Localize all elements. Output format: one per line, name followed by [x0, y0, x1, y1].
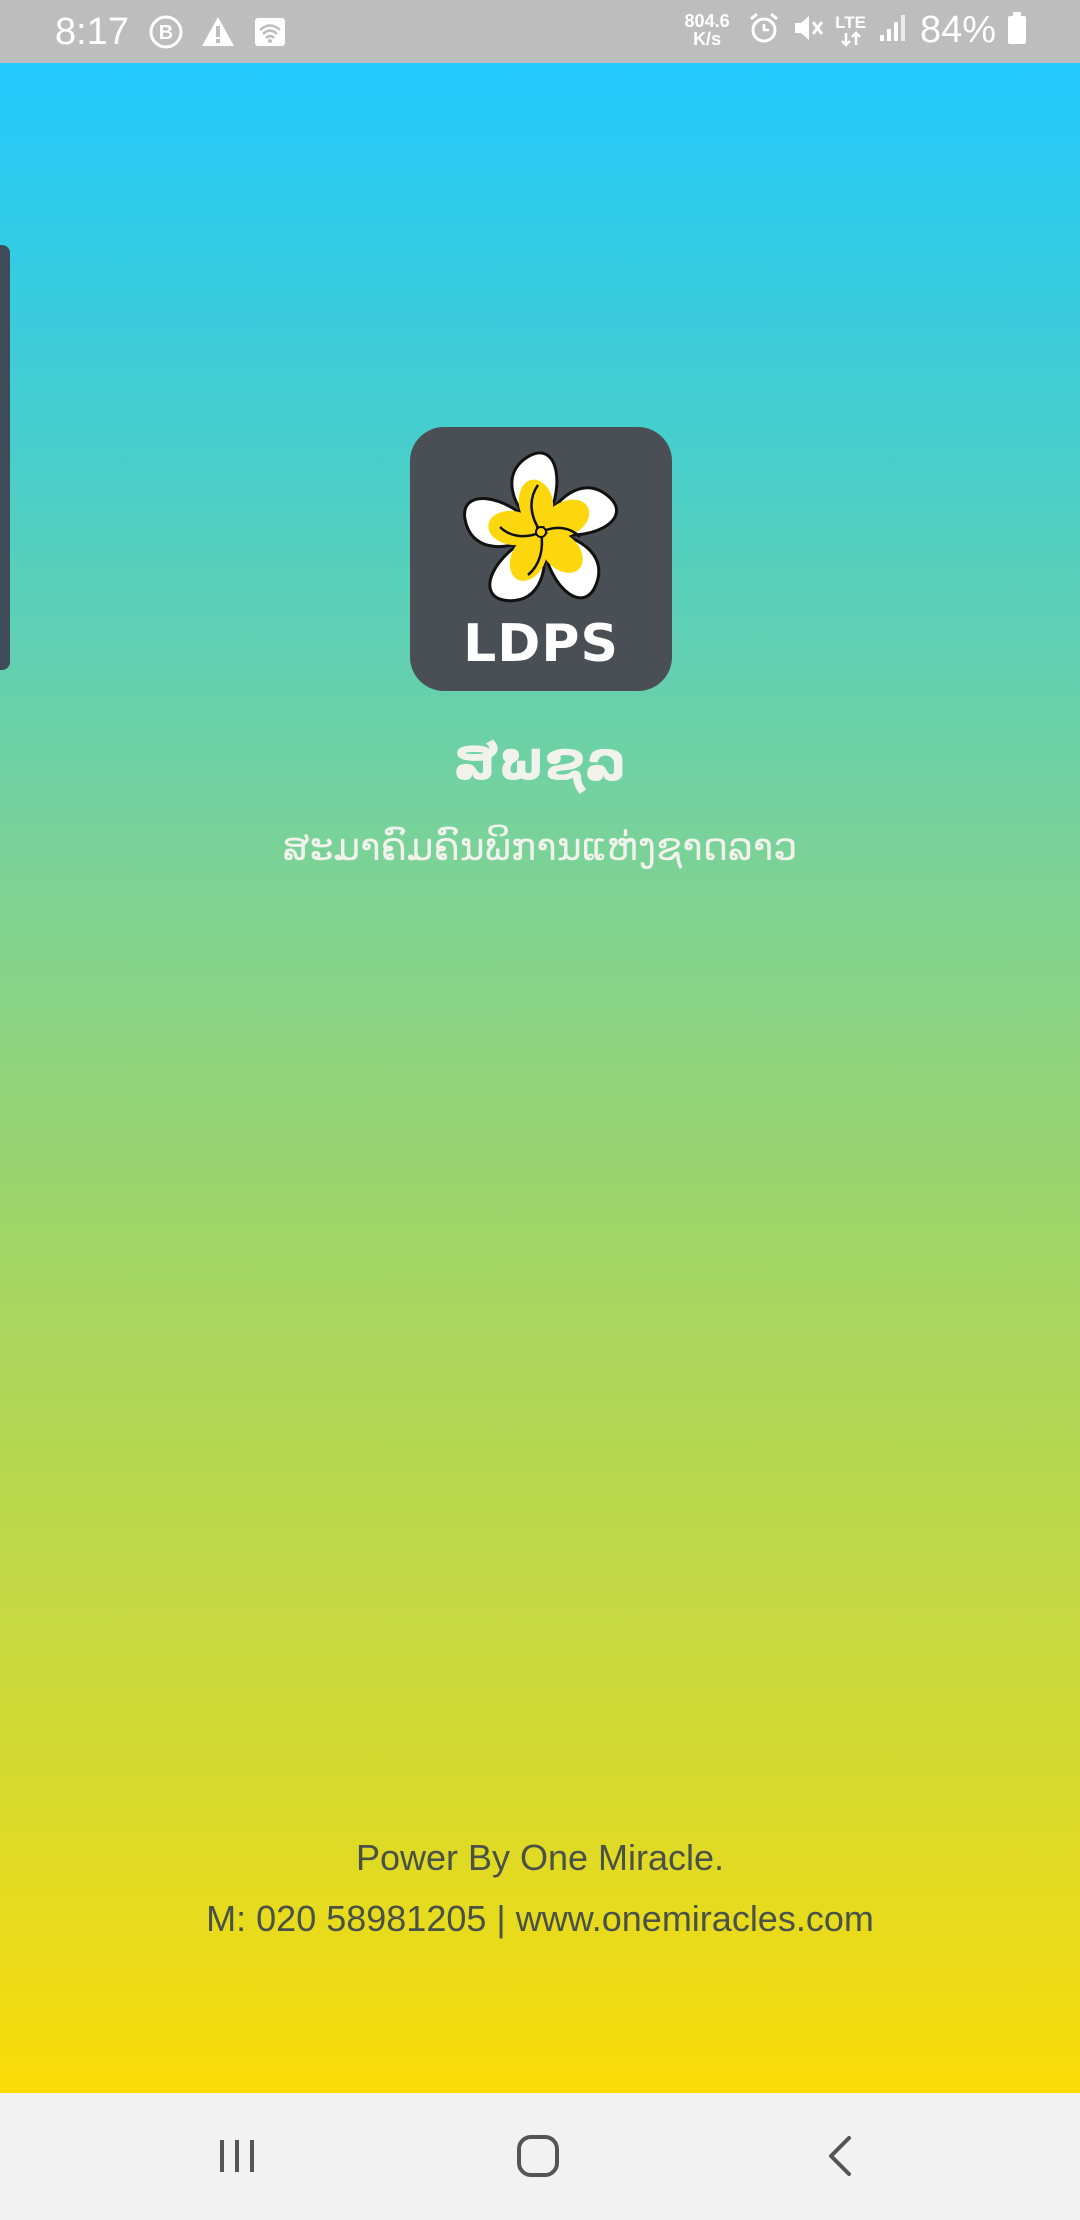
- battery-icon: [1006, 10, 1028, 51]
- org-full-name: ສະມາຄົມຄົນພິການແຫ່ງຊາດລາວ: [282, 825, 798, 869]
- signal-icon: [876, 11, 910, 50]
- org-abbreviation: ສພຊລ: [453, 729, 627, 792]
- home-button[interactable]: [478, 2111, 598, 2201]
- status-time: 8:17: [55, 11, 129, 53]
- logo-text: LDPS: [463, 614, 619, 674]
- network-type-label: LTE: [835, 12, 866, 32]
- alarm-icon: [747, 11, 781, 50]
- warning-icon: [200, 14, 236, 55]
- status-bar: 8:17 B 804.6 K/s LTE 84%: [0, 0, 1080, 63]
- lte-icon: LTE: [835, 14, 866, 47]
- back-button[interactable]: [781, 2111, 901, 2201]
- mute-icon: [791, 11, 825, 50]
- notification-icons: B: [148, 14, 288, 55]
- splash-screen: LDPS ສພຊລ ສະມາຄົມຄົນພິການແຫ່ງຊາດລາວ Powe…: [0, 63, 1080, 2093]
- app-logo: LDPS: [410, 427, 672, 691]
- wifi-calling-icon: [252, 14, 288, 55]
- contact-info: M: 020 58981205 | www.onemiracles.com: [206, 1898, 874, 1939]
- frangipani-flower-icon: [463, 451, 618, 602]
- battery-percent: 84%: [919, 9, 996, 51]
- net-speed-value: 804.6: [684, 11, 730, 31]
- svg-text:B: B: [159, 22, 173, 44]
- edge-panel-handle[interactable]: [0, 245, 10, 670]
- net-speed: 804.6 K/s: [677, 12, 737, 48]
- navigation-bar: [0, 2093, 1080, 2220]
- back-icon: [829, 2136, 851, 2176]
- home-icon: [517, 2135, 559, 2177]
- b-badge-icon: B: [148, 14, 184, 55]
- recents-icon: [220, 2140, 254, 2172]
- system-status-icons: 804.6 K/s LTE 84%: [677, 8, 1028, 52]
- net-speed-unit: K/s: [693, 29, 722, 49]
- recents-button[interactable]: [177, 2111, 297, 2201]
- powered-by-credit: Power By One Miracle.: [355, 1837, 725, 1878]
